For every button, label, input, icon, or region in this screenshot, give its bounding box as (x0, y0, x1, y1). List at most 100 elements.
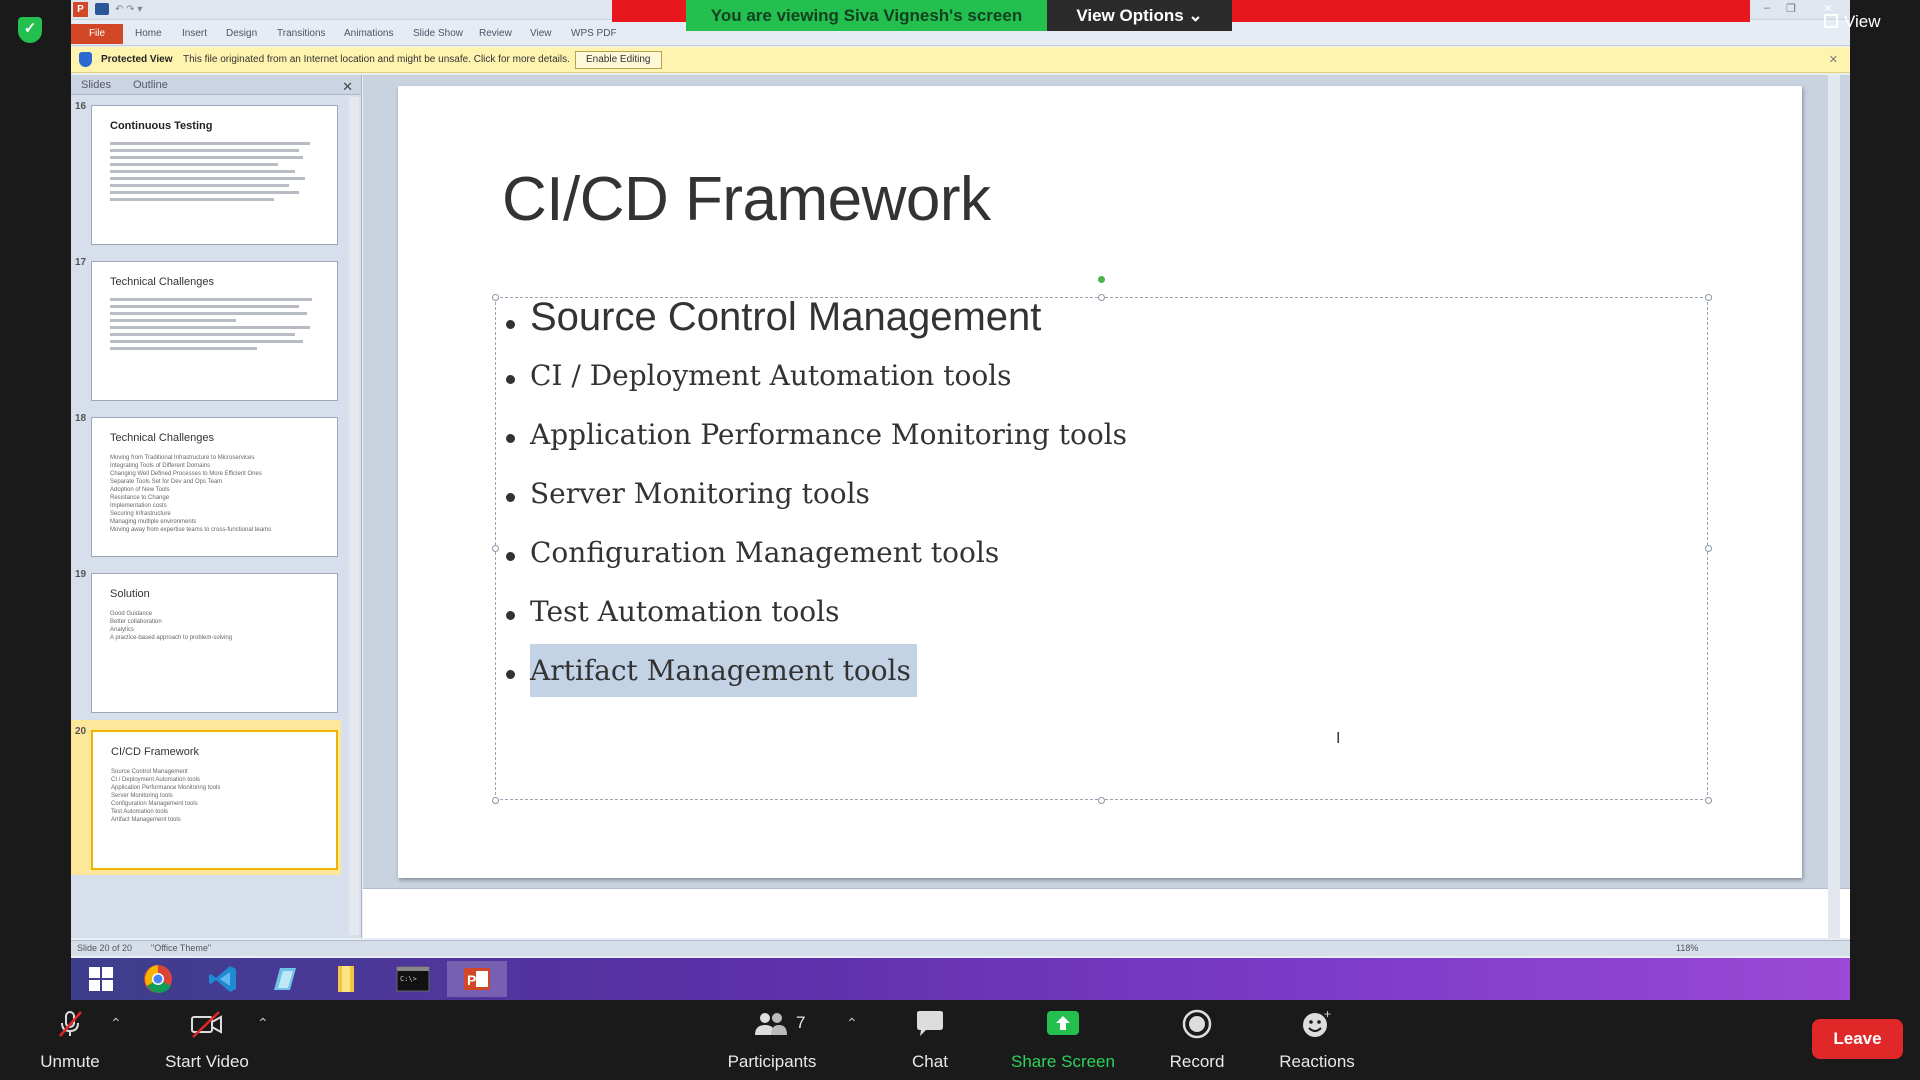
close-pane-icon[interactable]: ✕ (342, 79, 353, 95)
tab-wps-pdf[interactable]: WPS PDF (571, 28, 617, 39)
chrome-icon[interactable] (128, 961, 188, 997)
powerpoint-taskbar-icon[interactable]: P (447, 961, 507, 997)
notes-app-icon[interactable] (255, 961, 315, 997)
pane-tabs: Slides Outline ✕ (71, 75, 361, 95)
slide-thumbnail[interactable]: 16 Continuous Testing (71, 95, 341, 245)
slide-counter: Slide 20 of 20 (77, 943, 133, 953)
resize-handle[interactable] (492, 797, 499, 804)
chevron-up-icon[interactable]: ⌃ (846, 1015, 858, 1032)
tab-file[interactable]: File (71, 24, 123, 44)
tab-home[interactable]: Home (135, 28, 162, 39)
slide-number: 18 (75, 413, 87, 424)
thumbnail-preview[interactable]: Technical Challenges (91, 261, 338, 401)
windows-start-icon[interactable] (71, 961, 131, 997)
participants-button[interactable]: 7 Participants (718, 1009, 826, 1072)
rotate-handle[interactable] (1098, 276, 1105, 283)
text-cursor-icon: I (1336, 730, 1341, 747)
tab-transitions[interactable]: Transitions (277, 28, 326, 39)
minimize-icon[interactable]: – (1764, 2, 1770, 14)
zoom-meeting-window: ✓ P ↶ ↷ ▾ – ❐ ✕ File Home Insert Design … (0, 0, 1920, 1080)
record-label: Record (1169, 1052, 1225, 1071)
view-options-button[interactable]: View Options ⌄ (1047, 0, 1232, 31)
restore-icon[interactable]: ❐ (1786, 2, 1796, 15)
windows-taskbar: C:\> P (71, 958, 1850, 1000)
file-explorer-icon[interactable] (316, 961, 376, 997)
terminal-icon[interactable]: C:\> (383, 961, 443, 997)
slide-thumbnail[interactable]: 18 Technical Challenges Moving from Trad… (71, 407, 341, 557)
thumbnail-title: Continuous Testing (110, 120, 213, 132)
svg-text:C:\>: C:\> (400, 975, 417, 983)
thumbnail-body: Moving from Traditional Infrastructure t… (110, 455, 272, 533)
thumbnail-title: Solution (110, 588, 150, 600)
pane-scrollbar[interactable] (349, 97, 359, 935)
save-icon[interactable] (95, 3, 109, 15)
editor-scrollbar[interactable] (1828, 75, 1840, 938)
tab-view[interactable]: View (530, 28, 552, 39)
resize-handle[interactable] (1705, 294, 1712, 301)
slide-title[interactable]: CI/CD Framework (502, 164, 991, 235)
thumbnail-body (110, 298, 320, 354)
resize-handle[interactable] (1098, 797, 1105, 804)
chat-icon (917, 1011, 943, 1036)
resize-handle[interactable] (492, 294, 499, 301)
tab-insert[interactable]: Insert (182, 28, 207, 39)
viewing-screen-banner: You are viewing Siva Vignesh's screen (686, 0, 1047, 31)
resize-handle[interactable] (492, 545, 499, 552)
microphone-muted-icon (59, 1011, 82, 1037)
close-icon[interactable]: ✕ (1829, 53, 1838, 66)
slide-number: 19 (75, 569, 87, 580)
tab-review[interactable]: Review (479, 28, 512, 39)
svg-text:+: + (1324, 1009, 1331, 1021)
tab-slides[interactable]: Slides (81, 79, 111, 91)
resize-handle[interactable] (1705, 797, 1712, 804)
leave-button[interactable]: Leave (1812, 1019, 1903, 1059)
slide-number: 17 (75, 257, 87, 268)
resize-handle[interactable] (1098, 294, 1105, 301)
chevron-up-icon[interactable]: ⌃ (110, 1015, 122, 1032)
participant-count: 7 (796, 1013, 806, 1032)
slide-thumbnail[interactable]: 19 Solution Good Guidance Better collabo… (71, 563, 341, 713)
reactions-label: Reactions (1279, 1052, 1355, 1071)
slide-number: 16 (75, 101, 87, 112)
tab-animations[interactable]: Animations (344, 28, 393, 39)
shared-screen: P ↶ ↷ ▾ – ❐ ✕ File Home Insert Design Tr… (71, 0, 1850, 1000)
thumbnail-preview[interactable]: CI/CD Framework Source Control Managemen… (91, 730, 338, 870)
notes-pane[interactable] (363, 888, 1850, 938)
quick-access-icons[interactable]: ↶ ↷ ▾ (115, 4, 165, 15)
theme-name: "Office Theme" (151, 943, 212, 953)
slides-pane: Slides Outline ✕ 16 Continuous Testing 1… (71, 75, 362, 938)
resize-handle[interactable] (1705, 545, 1712, 552)
chat-button[interactable]: Chat (902, 1009, 958, 1072)
protected-view-message[interactable]: This file originated from an Internet lo… (183, 54, 570, 65)
slide-thumbnail-selected[interactable]: 20 CI/CD Framework Source Control Manage… (71, 720, 341, 875)
thumbnail-body: Source Control Management CI / Deploymen… (111, 769, 221, 823)
vscode-icon[interactable] (193, 961, 253, 997)
start-video-button[interactable]: Start Video (156, 1009, 258, 1072)
reactions-icon: + (1303, 1007, 1331, 1037)
video-off-icon (191, 1011, 222, 1038)
enable-editing-button[interactable]: Enable Editing (575, 51, 662, 69)
thumbnail-preview[interactable]: Technical Challenges Moving from Traditi… (91, 417, 338, 557)
view-label: View (1844, 12, 1881, 31)
record-icon (1182, 1009, 1212, 1039)
unmute-button[interactable]: Unmute (28, 1009, 112, 1072)
svg-text:P: P (467, 972, 476, 988)
tab-outline[interactable]: Outline (133, 79, 168, 91)
slide-canvas[interactable]: CI/CD Framework Source Control Managemen… (398, 86, 1802, 878)
chevron-up-icon[interactable]: ⌃ (257, 1015, 269, 1032)
thumbnail-preview[interactable]: Continuous Testing (91, 105, 338, 245)
status-bar: Slide 20 of 20 "Office Theme" 118% (71, 940, 1850, 956)
zoom-level[interactable]: 118% (1676, 943, 1698, 953)
encryption-shield-icon[interactable]: ✓ (18, 17, 42, 43)
reactions-button[interactable]: + Reactions (1274, 1007, 1360, 1072)
thumbnail-preview[interactable]: Solution Good Guidance Better collaborat… (91, 573, 338, 713)
chevron-down-icon: ⌄ (1188, 6, 1203, 25)
slide-number: 20 (75, 726, 87, 737)
tab-slide-show[interactable]: Slide Show (413, 28, 463, 39)
share-screen-button[interactable]: Share Screen (1005, 1009, 1121, 1072)
thumbnail-title: Technical Challenges (110, 276, 214, 288)
record-button[interactable]: Record (1164, 1009, 1230, 1072)
tab-design[interactable]: Design (226, 28, 257, 39)
slide-thumbnail[interactable]: 17 Technical Challenges (71, 251, 341, 401)
view-button[interactable]: View (1824, 12, 1881, 32)
